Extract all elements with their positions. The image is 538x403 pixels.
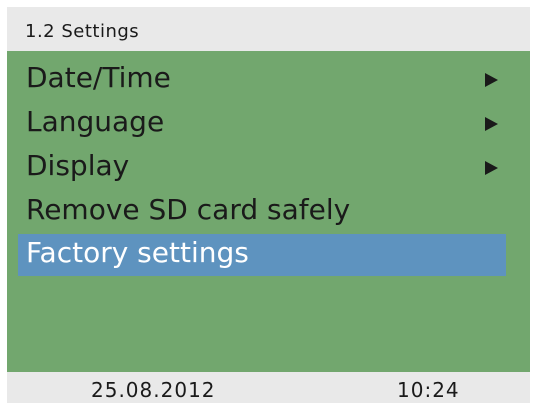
- status-bar: 25.08.2012 10:24: [7, 372, 530, 403]
- page-title: 1.2 Settings: [25, 21, 140, 42]
- time-display: 10:24: [397, 378, 460, 402]
- submenu-arrow-icon: [485, 161, 498, 175]
- menu-item-remove-sd-card[interactable]: Remove SD card safely: [18, 191, 506, 233]
- menu-item-label: Factory settings: [26, 236, 249, 269]
- submenu-arrow-icon: [485, 117, 498, 131]
- menu-item-label: Date/Time: [26, 61, 171, 94]
- settings-menu: Date/Time Language Display Remove SD car…: [7, 51, 530, 372]
- menu-item-display[interactable]: Display: [18, 147, 506, 189]
- menu-item-language[interactable]: Language: [18, 103, 506, 145]
- menu-item-label: Display: [26, 149, 130, 182]
- menu-item-date-time[interactable]: Date/Time: [18, 59, 506, 101]
- menu-item-factory-settings[interactable]: Factory settings: [18, 234, 506, 276]
- submenu-arrow-icon: [485, 73, 498, 87]
- header-bar: 1.2 Settings: [7, 7, 530, 51]
- menu-item-label: Language: [26, 105, 165, 138]
- date-display: 25.08.2012: [91, 378, 216, 402]
- device-screen: 1.2 Settings Date/Time Language Display …: [7, 7, 530, 403]
- menu-item-label: Remove SD card safely: [26, 193, 351, 226]
